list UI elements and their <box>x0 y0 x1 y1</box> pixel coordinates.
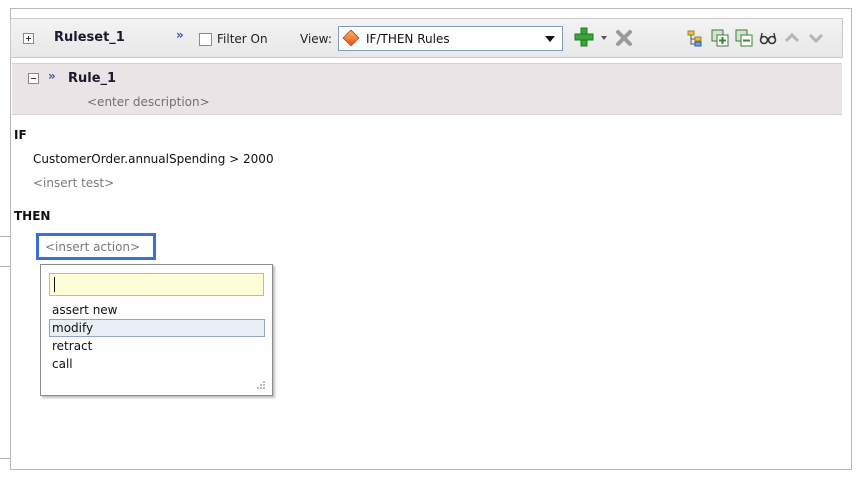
text-cursor <box>54 277 55 292</box>
rule-description[interactable]: <enter description> <box>87 95 210 109</box>
move-up-icon[interactable] <box>783 29 801 47</box>
if-keyword: IF <box>14 128 27 142</box>
chevron-down-icon[interactable]: » <box>48 70 56 82</box>
view-label: View: <box>300 32 332 46</box>
condition-test[interactable]: CustomerOrder.annualSpending > 2000 <box>33 152 274 166</box>
left-border-tick <box>0 266 10 267</box>
add-rule-icon[interactable] <box>574 27 594 47</box>
collapse-rule-icon[interactable] <box>28 73 39 84</box>
view-select[interactable]: IF/THEN Rules <box>338 26 563 51</box>
insert-test-placeholder[interactable]: <insert test> <box>33 176 114 190</box>
expand-all-icon[interactable] <box>711 29 729 47</box>
view-selected-value: IF/THEN Rules <box>366 32 450 46</box>
filter-on-label[interactable]: Filter On <box>217 32 268 46</box>
menu-item-modify[interactable]: modify <box>49 319 265 337</box>
filter-on-checkbox[interactable] <box>199 33 212 46</box>
dropdown-arrow-icon[interactable] <box>545 36 555 42</box>
left-border-tick <box>0 458 10 459</box>
collapse-all-icon[interactable] <box>735 29 753 47</box>
action-search-input[interactable] <box>49 273 264 296</box>
insert-action-placeholder[interactable]: <insert action> <box>36 233 156 260</box>
rule-name[interactable]: Rule_1 <box>68 71 116 86</box>
menu-item-assert-new[interactable]: assert new <box>49 301 265 319</box>
rule-header: » Rule_1 <enter description> <box>12 63 842 115</box>
move-down-icon[interactable] <box>807 29 825 47</box>
menu-item-retract[interactable]: retract <box>49 337 265 355</box>
then-keyword: THEN <box>14 209 51 223</box>
left-border-tick <box>0 236 10 237</box>
tree-view-icon[interactable] <box>686 29 704 47</box>
delete-icon[interactable] <box>615 29 633 47</box>
chevron-down-icon[interactable]: » <box>176 29 184 41</box>
menu-item-call[interactable]: call <box>49 355 265 373</box>
ruleset-name[interactable]: Ruleset_1 <box>54 30 125 45</box>
glasses-icon[interactable] <box>759 29 777 47</box>
expand-ruleset-icon[interactable] <box>23 33 34 44</box>
action-menu: assert new modify retract call <box>49 301 265 373</box>
rule-diamond-icon <box>342 29 360 47</box>
action-popup: assert new modify retract call <box>40 264 273 396</box>
add-dropdown-icon[interactable] <box>601 36 607 40</box>
resize-grip-icon[interactable] <box>256 380 266 390</box>
ruleset-toolbar: Ruleset_1 » Filter On View: IF/THEN Rule… <box>10 18 843 58</box>
